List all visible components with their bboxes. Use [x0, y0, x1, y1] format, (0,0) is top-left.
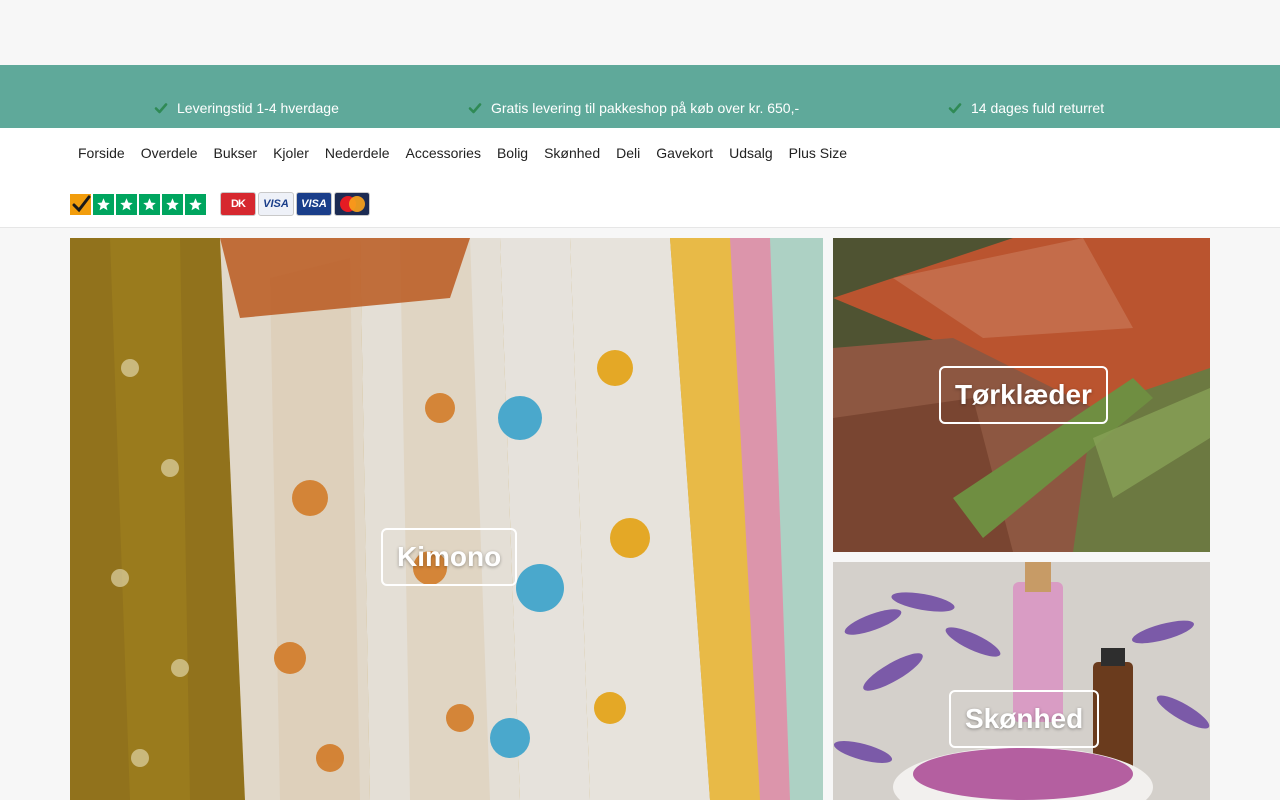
nav-item-gavekort[interactable]: Gavekort [648, 144, 721, 162]
lavender-beauty-image [833, 562, 1210, 800]
category-tile-scarves[interactable]: Tørklæder [833, 238, 1210, 552]
usp-bar: Leveringstid 1-4 hverdage Gratis leverin… [0, 65, 1280, 128]
star-icon [162, 193, 183, 215]
visa-icon: VISA [258, 192, 294, 216]
tile-label-kimono[interactable]: Kimono [381, 528, 518, 586]
category-tile-beauty[interactable]: Skønhed [833, 562, 1210, 800]
nav-item-bolig[interactable]: Bolig [489, 144, 536, 162]
usp-text: Leveringstid 1-4 hverdage [177, 100, 339, 116]
nav-item-bukser[interactable]: Bukser [206, 144, 266, 162]
usp-text: 14 dages fuld returret [971, 100, 1105, 116]
header-navigation: Forside Overdele Bukser Kjoler Nederdele… [0, 128, 1280, 228]
nav-item-forside[interactable]: Forside [70, 144, 133, 162]
trust-badges: DK VISA VISA [70, 192, 372, 216]
dankort-icon: DK [220, 192, 256, 216]
usp-text: Gratis levering til pakkeshop på køb ove… [491, 100, 800, 116]
nav-item-udsalg[interactable]: Udsalg [721, 144, 781, 162]
top-spacer-bar [0, 0, 1280, 65]
trustpilot-check-icon [70, 193, 91, 215]
payment-methods: DK VISA VISA [220, 192, 372, 216]
nav-item-overdele[interactable]: Overdele [133, 144, 206, 162]
nav-item-kjoler[interactable]: Kjoler [265, 144, 317, 162]
check-icon [468, 103, 482, 114]
tile-label-beauty[interactable]: Skønhed [949, 690, 1100, 748]
star-icon [185, 193, 206, 215]
star-icon [139, 193, 160, 215]
usp-returns: 14 dages fuld returret [948, 100, 1104, 116]
usp-free-shipping: Gratis levering til pakkeshop på køb ove… [468, 100, 799, 116]
usp-delivery-time: Leveringstid 1-4 hverdage [154, 100, 339, 116]
star-icon [116, 193, 137, 215]
nav-item-accessories[interactable]: Accessories [397, 144, 488, 162]
main-menu: Forside Overdele Bukser Kjoler Nederdele… [70, 144, 855, 162]
check-icon [948, 103, 962, 114]
visa-electron-icon: VISA [296, 192, 332, 216]
tile-label-scarves[interactable]: Tørklæder [939, 366, 1108, 424]
nav-item-skonhed[interactable]: Skønhed [536, 144, 608, 162]
nav-item-plus-size[interactable]: Plus Size [781, 144, 855, 162]
kimono-fabrics-image [70, 238, 823, 800]
mastercard-icon [334, 192, 370, 216]
nav-item-nederdele[interactable]: Nederdele [317, 144, 398, 162]
trustpilot-rating[interactable] [70, 193, 208, 215]
nav-item-deli[interactable]: Deli [608, 144, 648, 162]
check-icon [154, 103, 168, 114]
category-tile-kimono[interactable]: Kimono [70, 238, 823, 800]
star-icon [93, 193, 114, 215]
